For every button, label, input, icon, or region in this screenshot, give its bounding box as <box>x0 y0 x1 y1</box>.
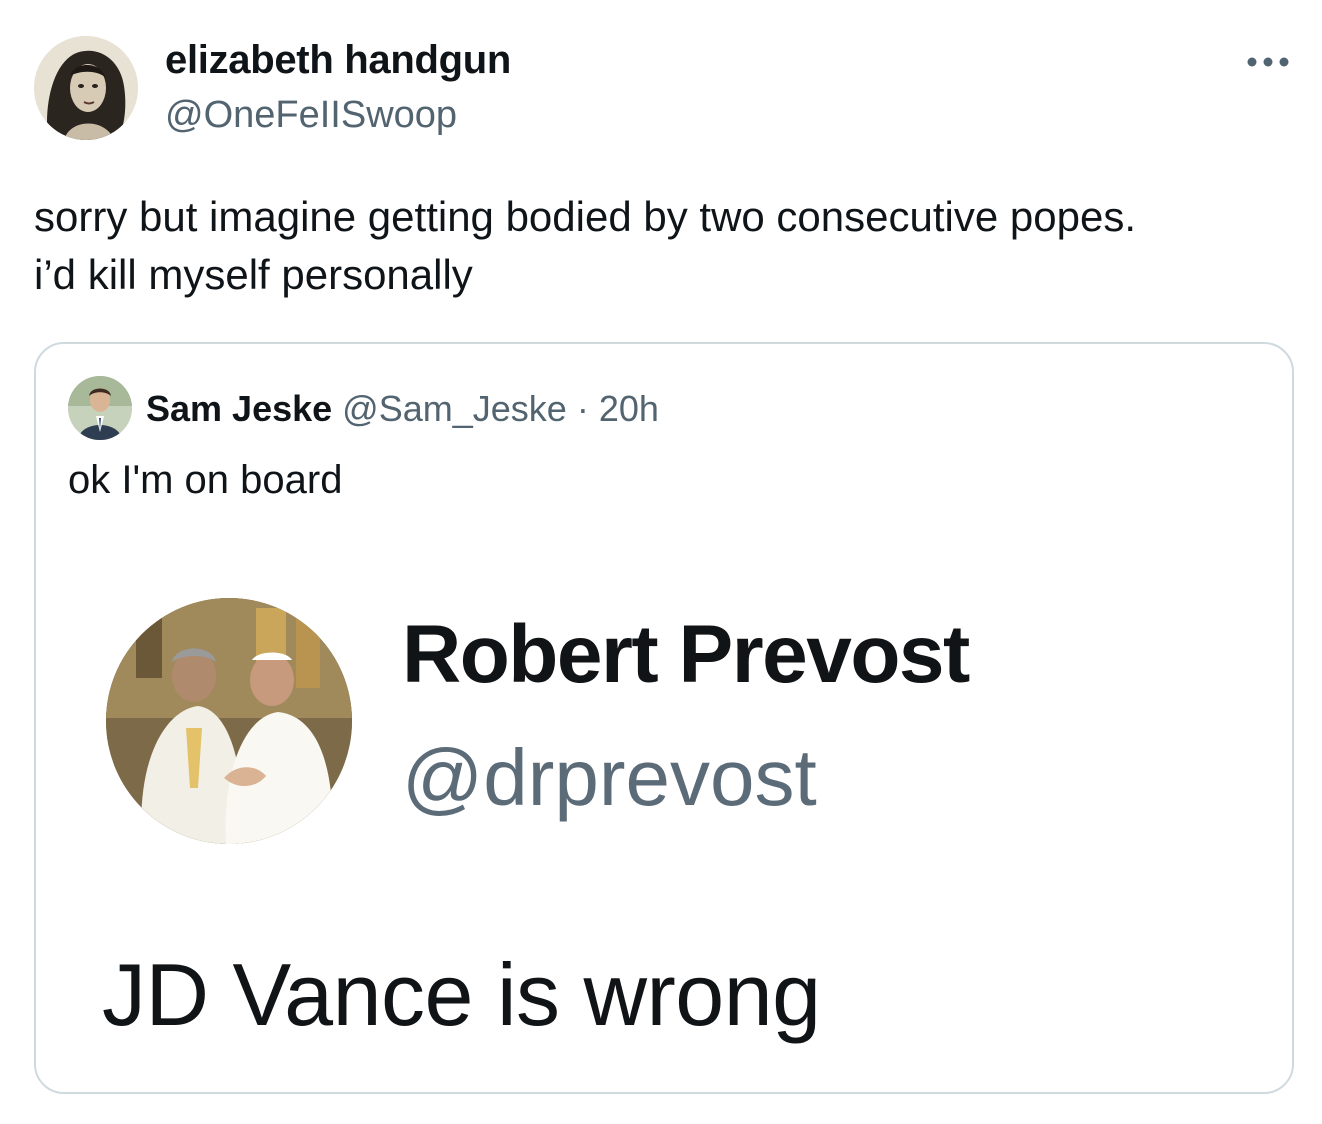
tweet-text: sorry but imagine getting bodied by two … <box>34 188 1294 304</box>
quote-tweet-card[interactable]: Sam Jeske @Sam_Jeske · 20h ok I'm on boa… <box>34 342 1294 1094</box>
quote-header: Sam Jeske @Sam_Jeske · 20h <box>146 388 659 430</box>
author-avatar[interactable] <box>34 36 138 140</box>
quote-author-display-name[interactable]: Sam Jeske <box>146 388 332 429</box>
more-options-button[interactable] <box>1240 40 1296 84</box>
quote-text: ok I'm on board <box>68 458 343 502</box>
profile-photo-icon <box>68 376 132 440</box>
quote-author-avatar[interactable] <box>68 376 132 440</box>
media-profile-avatar <box>106 598 352 844</box>
quote-media-image[interactable]: Robert Prevost @drprevost JD Vance is wr… <box>36 540 1292 1092</box>
author-handle[interactable]: @OneFeIISwoop <box>165 94 457 137</box>
media-profile-name: Robert Prevost <box>402 609 970 700</box>
profile-photo-icon <box>106 598 352 844</box>
author-display-name[interactable]: elizabeth handgun <box>165 38 511 83</box>
separator-dot: · <box>576 388 589 429</box>
quote-author-handle[interactable]: @Sam_Jeske <box>342 388 567 429</box>
media-tweet-text: JD Vance is wrong <box>102 945 821 1044</box>
tweet-text-line: sorry but imagine getting bodied by two … <box>34 193 1136 240</box>
quote-timestamp[interactable]: 20h <box>599 388 659 429</box>
tweet-text-line: i’d kill myself personally <box>34 251 473 298</box>
media-profile-handle: @drprevost <box>402 733 817 822</box>
more-options-icon <box>1247 57 1289 67</box>
profile-photo-icon <box>34 36 138 140</box>
